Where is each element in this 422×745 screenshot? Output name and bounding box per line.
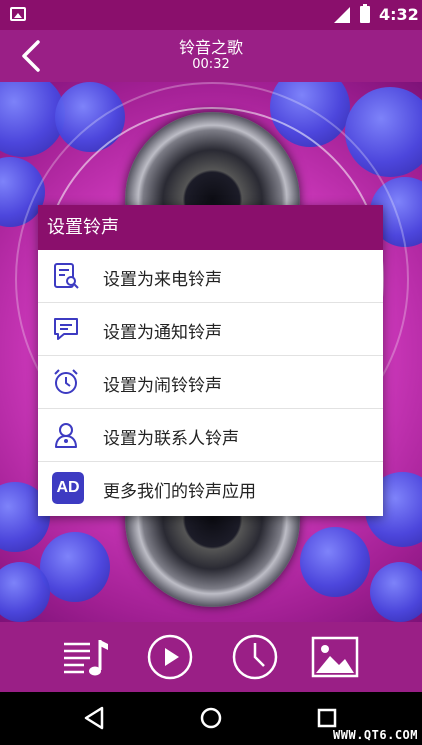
nav-back-icon[interactable] xyxy=(82,705,108,731)
song-title: 铃音之歌 xyxy=(178,38,243,57)
set-ringtone-dialog: 设置铃声 设置为来电铃声 设置为通知铃声 设置为闹铃铃声 设置为联系人铃声 AD… xyxy=(38,205,383,516)
title-bar: 铃音之歌 00:32 xyxy=(0,30,422,82)
image-icon[interactable] xyxy=(310,632,360,682)
contact-icon xyxy=(55,423,77,448)
clock-icon[interactable] xyxy=(230,632,280,682)
message-icon xyxy=(54,318,78,340)
song-duration: 00:32 xyxy=(192,57,230,72)
nav-home-icon[interactable] xyxy=(198,705,224,731)
option-label: 更多我们的铃声应用 xyxy=(103,482,256,502)
option-label: 设置为闹铃铃声 xyxy=(103,376,222,396)
dialog-title: 设置铃声 xyxy=(38,205,383,250)
watermark: WWW.QT6.COM xyxy=(333,728,418,742)
option-alarm[interactable]: 设置为闹铃铃声 xyxy=(38,356,383,409)
status-bar: 4:32 xyxy=(0,0,422,30)
battery-icon xyxy=(360,4,370,23)
bottom-toolbar xyxy=(0,622,422,692)
option-incoming-call[interactable]: 设置为来电铃声 xyxy=(38,250,383,303)
alarm-clock-icon xyxy=(54,369,78,394)
ad-icon: AD xyxy=(52,472,84,504)
option-label: 设置为联系人铃声 xyxy=(103,429,239,449)
image-notification-icon xyxy=(10,7,26,21)
status-time: 4:32 xyxy=(379,5,419,24)
option-notification[interactable]: 设置为通知铃声 xyxy=(38,303,383,356)
option-contact[interactable]: 设置为联系人铃声 xyxy=(38,409,383,462)
signal-icon xyxy=(334,7,350,23)
playlist-icon[interactable] xyxy=(60,632,110,682)
option-more-apps[interactable]: AD 更多我们的铃声应用 xyxy=(38,462,383,515)
option-label: 设置为通知铃声 xyxy=(103,323,222,343)
option-label: 设置为来电铃声 xyxy=(103,270,222,290)
phone-ringtone-icon xyxy=(54,263,79,289)
system-nav-bar: WWW.QT6.COM xyxy=(0,692,422,745)
play-icon[interactable] xyxy=(145,632,195,682)
